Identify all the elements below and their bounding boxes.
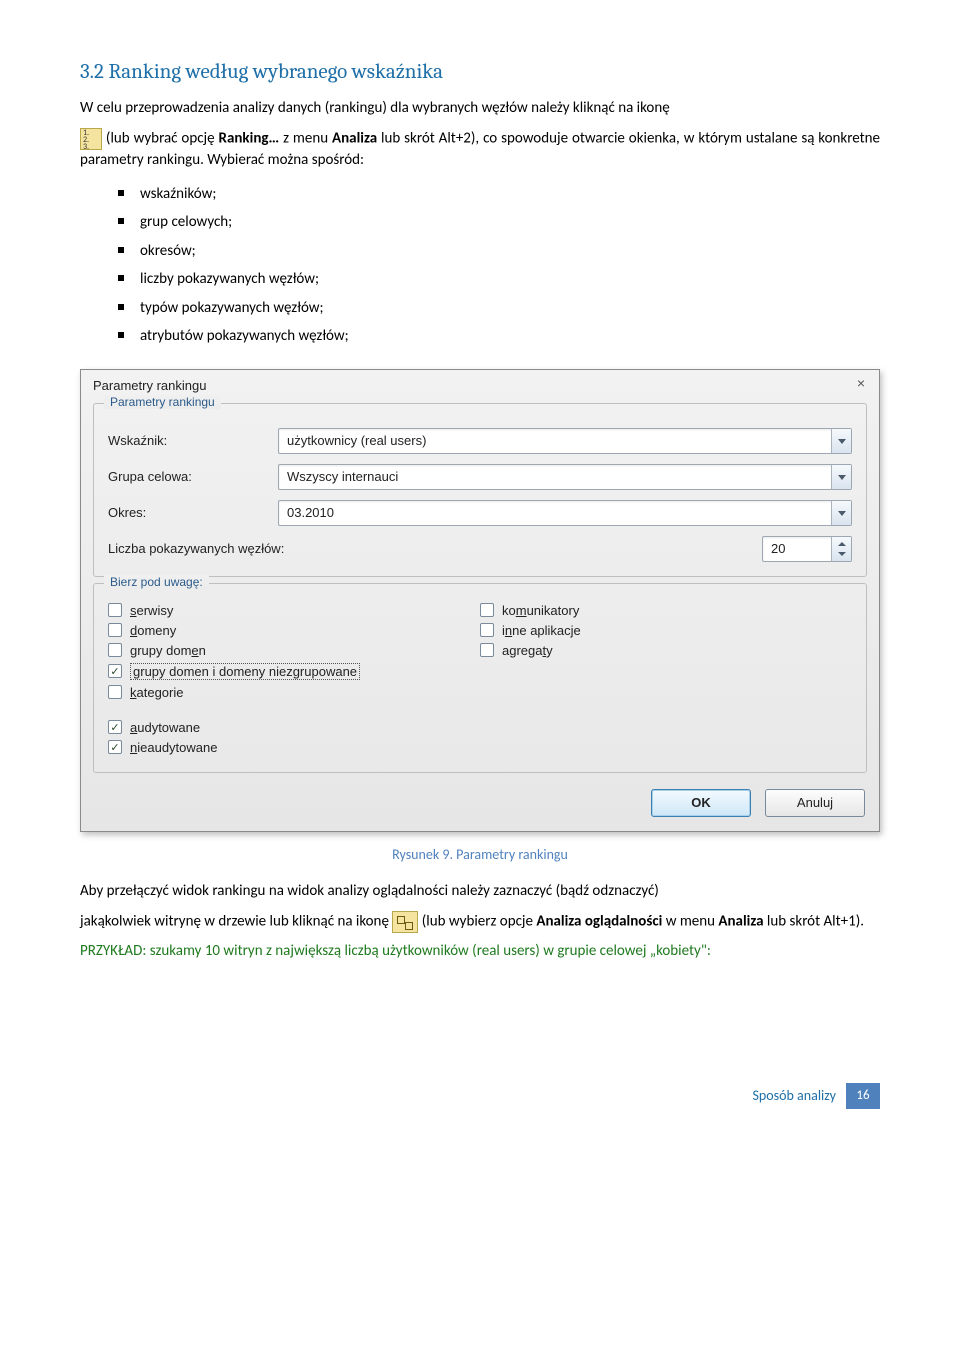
period-select[interactable]: 03.2010 — [278, 500, 852, 526]
section-heading: 3.2 Ranking według wybranego wskaźnika — [80, 60, 880, 84]
list-item: atrybutów pokazywanych węzłów; — [140, 322, 880, 351]
tree-view-icon — [392, 911, 418, 933]
checkbox-agregaty[interactable]: agregaty — [480, 643, 852, 658]
checkbox-nieaudytowane[interactable]: ✓ nieaudytowane — [108, 740, 852, 755]
intro-para-2: 1.2.3. (lub wybrać opcję Ranking… z menu… — [80, 128, 880, 172]
checkbox-icon — [108, 623, 122, 637]
cancel-button[interactable]: Anuluj — [765, 789, 865, 817]
checkbox-icon — [480, 643, 494, 657]
page-footer: Sposób analizy 16 — [80, 1083, 880, 1109]
indicator-label: Wskaźnik: — [108, 433, 278, 448]
checkbox-icon — [480, 623, 494, 637]
dialog-title: Parametry rankingu × — [81, 370, 879, 397]
footer-section-name: Sposób analizy — [753, 1087, 837, 1104]
checkbox-domeny[interactable]: domeny — [108, 623, 480, 638]
checkbox-icon — [480, 603, 494, 617]
list-item: liczby pokazywanych węzłów; — [140, 265, 880, 294]
intro-para-1: W celu przeprowadzenia analizy danych (r… — [80, 98, 880, 120]
post-para-2: jakąkolwiek witrynę w drzewie lub klikną… — [80, 911, 880, 933]
example-text: PRZYKŁAD: szukamy 10 witryn z największą… — [80, 941, 880, 963]
period-label: Okres: — [108, 505, 278, 520]
ranking-parameters-dialog: Parametry rankingu × Parametry rankingu … — [80, 369, 880, 832]
node-count-stepper[interactable]: 20 — [762, 536, 852, 562]
close-icon[interactable]: × — [853, 376, 869, 392]
list-item: grup celowych; — [140, 208, 880, 237]
parameter-list: wskaźników; grup celowych; okresów; licz… — [80, 180, 880, 351]
chevron-down-icon[interactable] — [831, 501, 851, 525]
groupbox-legend: Parametry rankingu — [104, 395, 221, 409]
checkbox-grupy-domen[interactable]: grupy domen — [108, 643, 480, 658]
checkbox-kategorie[interactable]: kategorie — [108, 685, 480, 700]
chevron-down-icon[interactable] — [831, 465, 851, 489]
checkbox-icon — [108, 685, 122, 699]
parameters-groupbox: Parametry rankingu Wskaźnik: użytkownicy… — [93, 403, 867, 577]
checkbox-serwisy[interactable]: serwisy — [108, 603, 480, 618]
spinner-icon[interactable] — [831, 537, 851, 561]
list-item: wskaźników; — [140, 180, 880, 209]
checkbox-icon: ✓ — [108, 720, 122, 734]
consider-groupbox: Bierz pod uwagę: serwisy domeny — [93, 583, 867, 773]
checkbox-audytowane[interactable]: ✓ audytowane — [108, 720, 852, 735]
list-item: typów pokazywanych węzłów; — [140, 294, 880, 323]
checkbox-komunikatory[interactable]: komunikatory — [480, 603, 852, 618]
figure-caption: Rysunek 9. Parametry rankingu — [80, 846, 880, 863]
target-group-select[interactable]: Wszyscy internauci — [278, 464, 852, 490]
checkbox-icon: ✓ — [108, 664, 122, 678]
indicator-select[interactable]: użytkownicy (real users) — [278, 428, 852, 454]
checkbox-icon: ✓ — [108, 740, 122, 754]
ok-button[interactable]: OK — [651, 789, 751, 817]
checkbox-icon — [108, 603, 122, 617]
page-number: 16 — [846, 1083, 880, 1109]
chevron-down-icon[interactable] — [831, 429, 851, 453]
checkbox-grupy-domen-niezgrupowane[interactable]: ✓ grupy domen i domeny niezgrupowane — [108, 663, 480, 680]
checkbox-inne-aplikacje[interactable]: inne aplikacje — [480, 623, 852, 638]
groupbox-legend: Bierz pod uwagę: — [104, 575, 209, 589]
list-item: okresów; — [140, 237, 880, 266]
checkbox-icon — [108, 643, 122, 657]
target-group-label: Grupa celowa: — [108, 469, 278, 484]
node-count-label: Liczba pokazywanych węzłów: — [108, 541, 762, 556]
ranking-list-icon: 1.2.3. — [80, 128, 102, 150]
post-para-1: Aby przełączyć widok rankingu na widok a… — [80, 881, 880, 903]
